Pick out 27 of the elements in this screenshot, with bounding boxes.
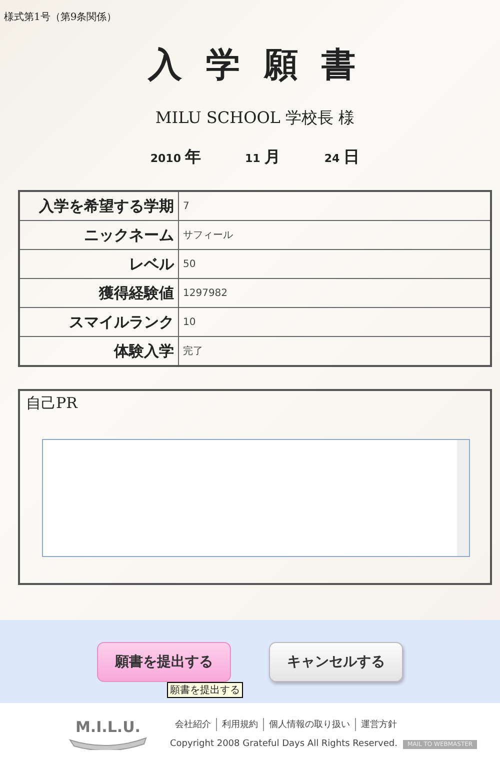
scrollbar[interactable]	[457, 440, 469, 556]
date-value: 24	[324, 152, 340, 165]
date-value: 11	[245, 152, 260, 165]
field-label: 入学を希望する学期	[19, 191, 178, 220]
submit-button[interactable]: 願書を提出する	[97, 642, 231, 682]
footer-link[interactable]: 利用規約	[216, 718, 263, 731]
field-label: レベル	[19, 250, 178, 278]
field-label: 獲得経験値	[19, 278, 178, 308]
date-value: 2010	[150, 152, 181, 165]
footer-link[interactable]: 個人情報の取り扱い	[263, 718, 355, 731]
date-unit: 年	[185, 147, 201, 166]
copyright: Copyright 2008 Grateful Days All Rights Reserved.	[170, 739, 398, 749]
self-pr-label: 自己PR	[26, 394, 78, 413]
wave-icon	[68, 736, 148, 750]
date-unit: 月	[264, 147, 280, 166]
footer-link[interactable]: 運営方針	[355, 718, 402, 731]
cancel-button[interactable]: キャンセルする	[269, 642, 403, 682]
tooltip: 願書を提出する	[167, 682, 243, 698]
field-label: スマイルランク	[19, 308, 178, 336]
form-number: 様式第1号（第9条関係）	[4, 10, 117, 24]
date-unit: 日	[344, 147, 360, 166]
footer-link[interactable]: 会社紹介	[170, 718, 216, 731]
addressee: MILU SCHOOL 学校長 様	[155, 108, 355, 129]
field-label: ニックネーム	[19, 220, 178, 250]
self-pr-textarea[interactable]	[42, 439, 470, 557]
logo: M.I.L.U.	[68, 718, 148, 750]
form-title: 入 学 願 書	[148, 44, 362, 87]
